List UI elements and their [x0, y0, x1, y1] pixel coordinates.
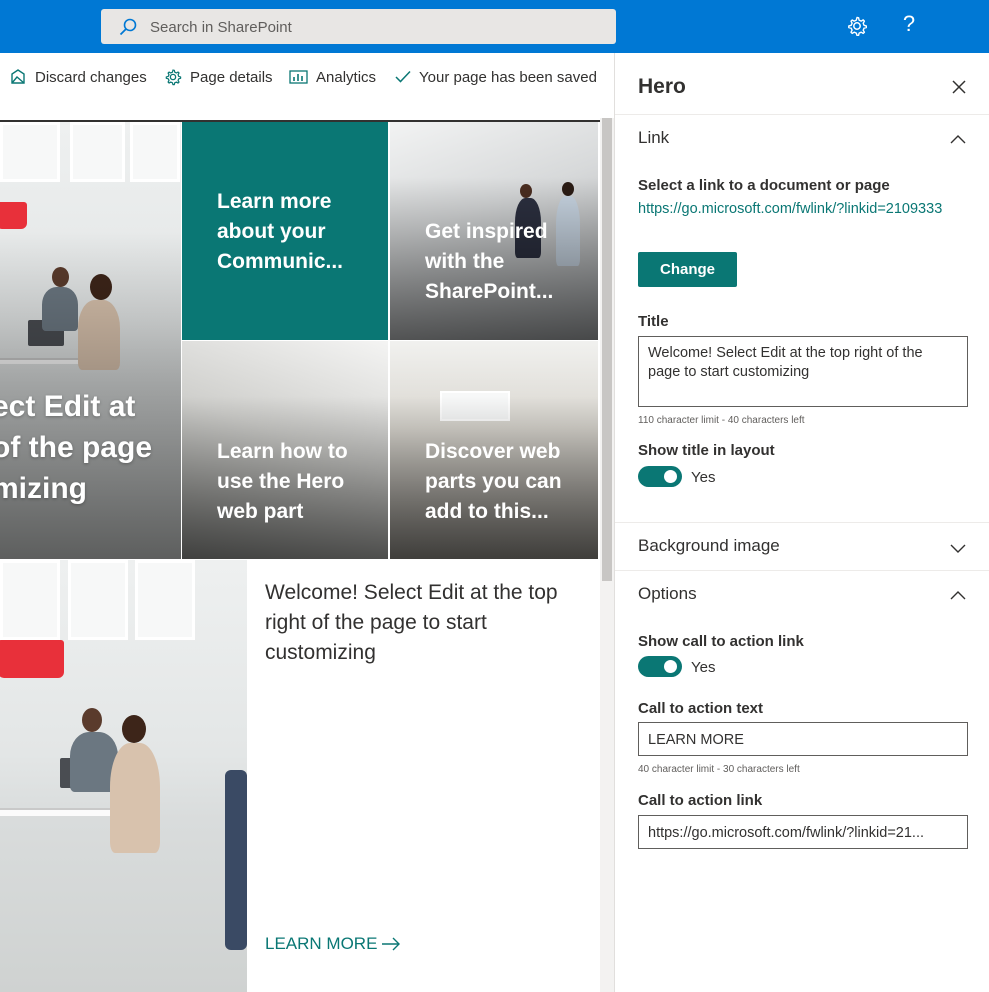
- person-image: [110, 743, 160, 853]
- discard-changes-button[interactable]: Discard changes: [9, 53, 147, 101]
- background-group-title: Background image: [638, 536, 780, 555]
- checkmark-icon: [395, 70, 411, 83]
- options-group-title: Options: [638, 584, 697, 603]
- featured-title: Welcome! Select Edit at the top right of…: [265, 581, 558, 664]
- person-image: [122, 715, 146, 743]
- person-image: [225, 770, 247, 950]
- show-title-label: Show title in layout: [638, 442, 775, 459]
- hero-tile-3[interactable]: Learn how to use the Hero web part: [182, 341, 388, 559]
- title-hint: 110 character limit - 40 characters left: [638, 415, 805, 426]
- pane-title: Hero: [638, 75, 686, 98]
- window-image: [70, 122, 125, 182]
- arrow-right-icon: [382, 937, 401, 951]
- selected-link[interactable]: https://go.microsoft.com/fwlink/?linkid=…: [638, 199, 958, 220]
- property-pane: Hero Link Select a link to a document or…: [614, 53, 989, 992]
- cta-link-label: Call to action link: [638, 792, 763, 809]
- link-group-header[interactable]: Link: [615, 115, 989, 163]
- learn-more-link[interactable]: LEARN MORE: [265, 934, 401, 954]
- scrollbar-thumb[interactable]: [602, 118, 612, 581]
- person-image: [82, 708, 102, 732]
- gear-icon: [165, 69, 182, 86]
- window-image: [0, 122, 60, 182]
- command-bar: Discard changes Page details Analytics Y…: [0, 53, 614, 101]
- cta-toggle-value: Yes: [691, 659, 716, 676]
- link-group-title: Link: [638, 128, 670, 147]
- featured-image: [0, 560, 247, 992]
- window-image: [135, 560, 195, 640]
- learn-more-label: LEARN MORE: [265, 934, 378, 953]
- featured-content: Welcome! Select Edit at the top right of…: [247, 560, 598, 992]
- options-group-header[interactable]: Options: [615, 571, 989, 619]
- hero-title: ect Edit at of the page mizing: [0, 386, 152, 509]
- discard-label: Discard changes: [35, 68, 147, 86]
- toggle-knob: [664, 470, 677, 483]
- hero-tile-4[interactable]: Discover web parts you can add to this..…: [390, 341, 598, 559]
- toggle-knob: [664, 660, 677, 673]
- window-image: [0, 560, 60, 640]
- title-field[interactable]: [638, 336, 968, 407]
- help-icon[interactable]: ?: [898, 11, 920, 39]
- tile-title: Learn more about your Communic...: [217, 190, 344, 273]
- cta-text-label: Call to action text: [638, 700, 764, 717]
- gear-icon[interactable]: [846, 15, 868, 37]
- table-image: [0, 808, 110, 816]
- hero-tile-main[interactable]: ect Edit at of the page mizing: [0, 122, 181, 559]
- show-title-toggle[interactable]: [638, 466, 682, 487]
- discard-icon: [11, 69, 25, 84]
- tile-title: Learn how to use the Hero web part: [217, 440, 348, 523]
- analytics-icon: [289, 70, 308, 84]
- cta-toggle-label: Show call to action link: [638, 633, 804, 650]
- page-canvas: ect Edit at of the page mizing Learn mor…: [0, 101, 614, 992]
- cta-text-field[interactable]: [638, 722, 968, 756]
- chevron-up-icon: [950, 591, 966, 600]
- lamp-image: [0, 202, 27, 229]
- cta-toggle[interactable]: [638, 656, 682, 677]
- lamp-image: [0, 640, 64, 678]
- cta-text-hint: 40 character limit - 30 characters left: [638, 764, 800, 775]
- analytics-button[interactable]: Analytics: [289, 53, 376, 101]
- page-details-button[interactable]: Page details: [164, 53, 273, 101]
- close-icon[interactable]: [949, 77, 969, 97]
- hero-tile-1[interactable]: Learn more about your Communic...: [182, 122, 388, 340]
- window-image: [130, 122, 180, 182]
- chevron-down-icon: [950, 544, 966, 553]
- window-image: [68, 560, 128, 640]
- canvas-scrollbar[interactable]: [600, 118, 614, 992]
- save-status: Your page has been saved: [395, 53, 597, 101]
- show-title-value: Yes: [691, 469, 716, 486]
- page-details-label: Page details: [190, 68, 273, 86]
- cta-link-field[interactable]: [638, 815, 968, 849]
- tile-title: Discover web parts you can add to this..…: [425, 440, 562, 523]
- analytics-label: Analytics: [316, 68, 377, 86]
- hero-tile-2[interactable]: Get inspired with the SharePoint...: [390, 122, 598, 340]
- chevron-up-icon: [950, 135, 966, 144]
- suite-bar: Search in SharePoint ?: [0, 0, 989, 53]
- search-placeholder: Search in SharePoint: [150, 19, 292, 36]
- change-button[interactable]: Change: [638, 252, 737, 287]
- hero-title-text: ect Edit at of the page mizing: [0, 390, 153, 505]
- save-status-label: Your page has been saved: [419, 68, 597, 86]
- search-icon: [119, 18, 137, 36]
- tile-title: Get inspired with the SharePoint...: [425, 220, 554, 303]
- search-box[interactable]: Search in SharePoint: [101, 9, 616, 44]
- title-label: Title: [638, 313, 669, 330]
- background-group-header[interactable]: Background image: [615, 523, 989, 571]
- select-link-label: Select a link to a document or page: [638, 177, 890, 194]
